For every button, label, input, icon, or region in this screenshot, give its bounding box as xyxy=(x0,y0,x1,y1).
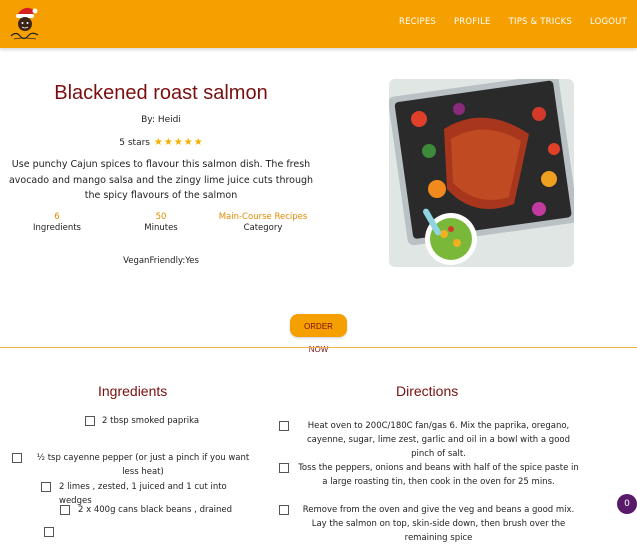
ingredients-heading: Ingredients xyxy=(98,383,168,399)
nav-link-recipes[interactable]: RECIPES xyxy=(399,17,436,27)
cart-count-badge[interactable]: 0 xyxy=(617,494,637,514)
order-now-button[interactable]: ORDER NOW xyxy=(290,314,347,354)
stat-label: Category xyxy=(243,223,283,233)
direction-item: Toss the peppers, onions and beans with … xyxy=(298,463,579,487)
chef-logo[interactable] xyxy=(8,3,42,43)
ingredient-item: 2 x 400g cans black beans , drained xyxy=(78,505,233,515)
direction-checkbox[interactable] xyxy=(279,505,289,515)
navbar: RECIPES PROFILE TIPS & TRICKS LOGOUT xyxy=(0,0,637,48)
star-icon: ★ xyxy=(163,137,173,148)
rating-text: 5 stars xyxy=(119,138,150,148)
recipe-image xyxy=(389,79,574,267)
stat-value: Main-Course Recipes xyxy=(218,212,308,222)
ingredient-checkbox[interactable] xyxy=(60,505,70,515)
stat-ingredients: 6 Ingredients xyxy=(0,212,117,234)
recipe-author: By: Heidi xyxy=(141,115,181,125)
nav-links: RECIPES PROFILE TIPS & TRICKS LOGOUT xyxy=(399,17,627,27)
recipe-title: Blackened roast salmon xyxy=(54,82,268,104)
recipe-description: Use punchy Cajun spices to flavour this … xyxy=(8,159,314,201)
recipe-rating: 5 stars ★★★★★ xyxy=(0,137,322,148)
star-icon: ★ xyxy=(153,137,163,148)
direction-item: Remove from the oven and give the veg an… xyxy=(302,505,575,543)
ingredient-checkbox[interactable] xyxy=(85,416,95,426)
section-divider xyxy=(0,347,637,348)
star-icon: ★ xyxy=(183,137,193,148)
ingredient-item: ½ tsp cayenne pepper (or just a pinch if… xyxy=(36,453,250,477)
directions-heading: Directions xyxy=(396,383,459,399)
star-icon: ★ xyxy=(193,137,203,148)
direction-item: Heat oven to 200C/180C fan/gas 6. Mix th… xyxy=(307,421,570,459)
nav-link-logout[interactable]: LOGOUT xyxy=(590,17,627,27)
direction-checkbox[interactable] xyxy=(279,421,289,431)
ingredient-checkbox[interactable] xyxy=(12,453,22,463)
stat-category: Main-Course Recipes Category xyxy=(203,212,323,234)
star-icon: ★ xyxy=(173,137,183,148)
ingredient-checkbox[interactable] xyxy=(44,527,54,537)
ingredient-item: 2 tbsp smoked paprika xyxy=(102,416,200,426)
vegan-friendly: VeganFriendly:Yes xyxy=(123,256,199,266)
direction-checkbox[interactable] xyxy=(279,463,289,473)
ingredient-checkbox[interactable] xyxy=(41,482,51,492)
nav-link-tips-tricks[interactable]: TIPS & TRICKS xyxy=(509,17,572,27)
stat-label: Ingredients xyxy=(33,223,81,233)
nav-link-profile[interactable]: PROFILE xyxy=(454,17,491,27)
stat-value: 6 xyxy=(54,212,60,222)
